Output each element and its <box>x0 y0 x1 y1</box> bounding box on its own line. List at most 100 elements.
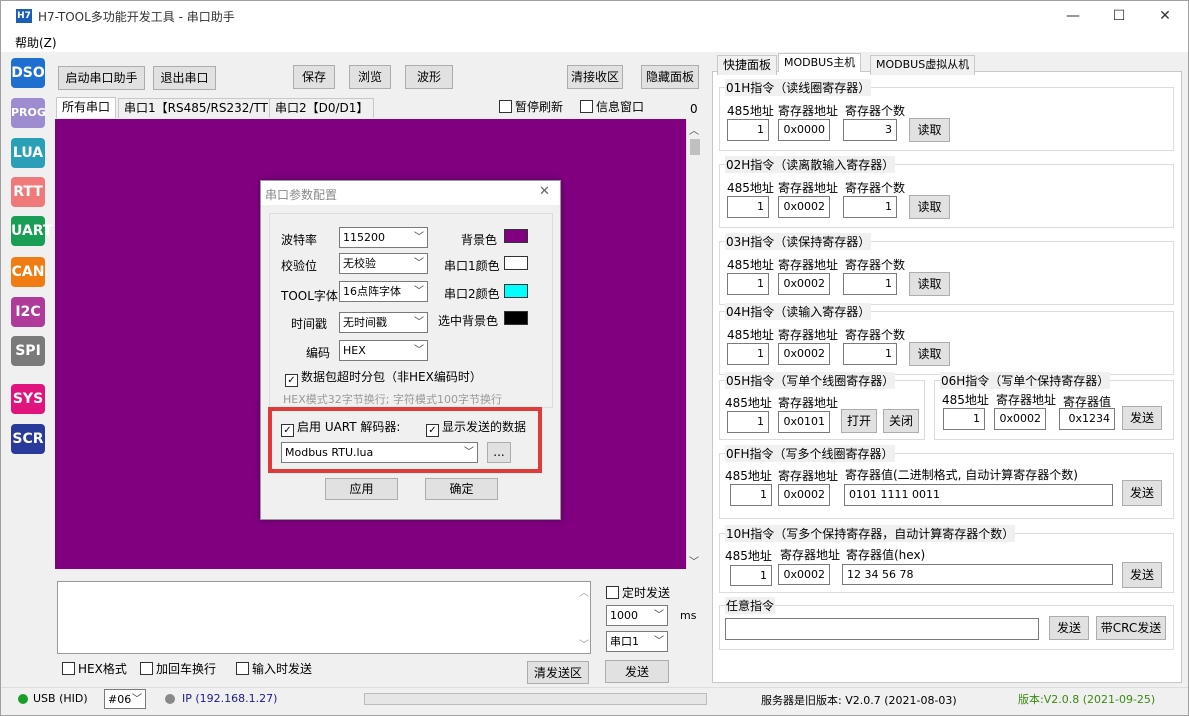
send-port-select[interactable]: 串口1 ﹀ <box>606 631 668 652</box>
start-serial-button[interactable]: 启动串口助手 <box>58 66 145 90</box>
modbus-01h-read-button[interactable]: 读取 <box>909 118 950 142</box>
modbus-0fh-group-title: 0FH指令（写多个线圈寄存器） <box>725 445 895 462</box>
modbus-10h-group-title: 10H指令（写多个保持寄存器，自动计算寄存器个数） <box>725 525 1016 542</box>
modbus-0fh-send-button[interactable]: 发送 <box>1122 480 1162 506</box>
modbus-05h-addr-input[interactable]: 1 <box>727 411 769 433</box>
modbus-03h-addr-input[interactable]: 1 <box>727 273 769 295</box>
packet-split-checkbox[interactable]: ✓ 数据包超时分包（非HEX编码时） <box>285 370 482 387</box>
modbus-10h-send-button[interactable]: 发送 <box>1122 562 1162 588</box>
show-sent-checkbox[interactable]: ✓ 显示发送的数据 <box>426 420 526 437</box>
send-button[interactable]: 发送 <box>605 660 669 683</box>
scroll-up-icon[interactable]: ︿ <box>689 122 699 137</box>
apply-button[interactable]: 应用 <box>325 478 398 500</box>
sidebar-spi-button[interactable]: SPI <box>11 336 45 366</box>
selected-bg-swatch[interactable] <box>504 311 528 325</box>
sidebar-dso-button[interactable]: DSO <box>11 58 45 88</box>
sidebar-i2c-button[interactable]: I2C <box>11 297 45 327</box>
font-select[interactable]: 16点阵字体 ﹀ <box>339 281 428 302</box>
browse-button[interactable]: 浏览 <box>349 65 391 89</box>
modbus-02h-read-button[interactable]: 读取 <box>909 195 950 219</box>
encoding-select[interactable]: HEX ﹀ <box>339 340 428 361</box>
dialog-close-icon[interactable]: ✕ <box>539 184 550 199</box>
modbus-06h-addr-input[interactable]: 1 <box>943 408 985 430</box>
modbus-03h-reg-count-input[interactable]: 1 <box>843 273 897 295</box>
modbus-05h-open-button[interactable]: 打开 <box>841 409 877 433</box>
modbus-10h-reg-addr-input[interactable]: 0x0002 <box>778 564 830 585</box>
modbus-10h-addr-input[interactable]: 1 <box>730 565 772 586</box>
tab-quick-panel[interactable]: 快捷面板 <box>717 55 778 75</box>
timestamp-select[interactable]: 无时间戳 ﹀ <box>339 312 428 333</box>
modbus-crc-send-button[interactable]: 带CRC发送 <box>1096 616 1166 640</box>
clear-send-button[interactable]: 清发送区 <box>527 661 589 684</box>
modbus-any-send-button[interactable]: 发送 <box>1049 616 1089 640</box>
modbus-02h-reg-addr-input[interactable]: 0x0002 <box>778 196 830 218</box>
scroll-down-icon[interactable]: ﹀ <box>689 553 699 568</box>
modbus-0fh-addr-input[interactable]: 1 <box>730 484 772 506</box>
tab-all-ports[interactable]: 所有串口 <box>56 97 117 118</box>
modbus-any-command-input[interactable] <box>725 618 1039 640</box>
modbus-05h-close-button[interactable]: 关闭 <box>883 409 919 433</box>
sidebar-lua-button[interactable]: LUA <box>11 138 45 168</box>
sidebar-prog-button[interactable]: PROG <box>11 98 46 128</box>
tab-port2[interactable]: 串口2【D0/D1】 <box>269 98 375 118</box>
bg-color-swatch[interactable] <box>504 229 528 243</box>
timed-send-checkbox[interactable]: 定时发送 <box>606 586 670 600</box>
tab-port1[interactable]: 串口1【RS485/RS232/TTL】 <box>118 98 293 118</box>
interval-select[interactable]: 1000 ﹀ <box>606 605 668 626</box>
modbus-06h-reg-addr-input[interactable]: 0x0002 <box>994 408 1046 430</box>
pause-refresh-checkbox[interactable]: 暂停刷新 <box>499 100 563 114</box>
modbus-06h-send-button[interactable]: 发送 <box>1122 406 1162 430</box>
close-button[interactable]: ✕ <box>1142 1 1188 32</box>
info-window-checkbox[interactable]: 信息窗口 <box>580 100 644 114</box>
sidebar-sys-button[interactable]: SYS <box>11 384 45 414</box>
tab-modbus-slave[interactable]: MODBUS虚拟从机 <box>870 55 976 75</box>
modbus-02h-reg-count-input[interactable]: 1 <box>843 196 897 218</box>
modbus-01h-reg-count-input[interactable]: 3 <box>843 119 897 141</box>
parity-select[interactable]: 无校验 ﹀ <box>339 253 428 274</box>
modbus-04h-reg-addr-input[interactable]: 0x0002 <box>778 343 830 365</box>
send-on-input-checkbox[interactable]: 输入时发送 <box>236 662 312 676</box>
exit-serial-button[interactable]: 退出串口 <box>153 66 216 90</box>
send-scroll-up-icon[interactable]: ︿ <box>579 584 589 599</box>
modbus-02h-addr-input[interactable]: 1 <box>727 196 769 218</box>
save-button[interactable]: 保存 <box>293 65 335 89</box>
add-crlf-checkbox[interactable]: 加回车换行 <box>140 662 216 676</box>
maximize-button[interactable]: ☐ <box>1096 1 1142 32</box>
minimize-button[interactable]: — <box>1050 1 1096 32</box>
modbus-05h-reg-addr-input[interactable]: 0x0101 <box>778 411 830 433</box>
modbus-04h-addr-input[interactable]: 1 <box>727 343 769 365</box>
device-select[interactable]: #06 ﹀ <box>104 689 146 709</box>
modbus-01h-reg-addr-input[interactable]: 0x0000 <box>778 119 830 141</box>
modbus-0fh-reg-addr-input[interactable]: 0x0002 <box>778 484 830 506</box>
ok-button[interactable]: 确定 <box>425 478 498 500</box>
uart-decoder-checkbox[interactable]: ✓ 启用 UART 解码器: <box>281 420 400 437</box>
clear-receive-button[interactable]: 清接收区 <box>567 65 623 89</box>
modbus-03h-reg-addr-input[interactable]: 0x0002 <box>778 273 830 295</box>
menu-help[interactable]: 帮助(Z) <box>15 34 57 51</box>
modbus-03h-group-title: 03H指令（读保持寄存器） <box>725 233 872 250</box>
sidebar-rtt-button[interactable]: RTT <box>11 177 45 207</box>
modbus-01h-addr-input[interactable]: 1 <box>727 119 769 141</box>
send-scroll-down-icon[interactable]: ﹀ <box>579 636 589 651</box>
modbus-04h-reg-count-input[interactable]: 1 <box>843 343 897 365</box>
waveform-button[interactable]: 波形 <box>405 65 453 89</box>
modbus-06h-value-input[interactable]: 0x1234 <box>1059 408 1115 430</box>
send-textarea[interactable]: ︿ ﹀ <box>57 581 591 654</box>
port1-color-swatch[interactable] <box>504 256 528 270</box>
receive-scrollbar[interactable]: ︿ ﹀ <box>686 119 702 569</box>
scroll-thumb[interactable] <box>690 139 700 155</box>
decoder-script-select[interactable]: Modbus RTU.lua ﹀ <box>281 442 478 463</box>
modbus-10h-value-input[interactable]: 12 34 56 78 <box>842 564 1113 585</box>
sidebar-scr-button[interactable]: SCR <box>11 424 45 454</box>
modbus-04h-read-button[interactable]: 读取 <box>909 342 950 366</box>
port2-color-swatch[interactable] <box>504 284 528 298</box>
sidebar-uart-button[interactable]: UART <box>11 216 52 246</box>
tab-modbus-master[interactable]: MODBUS主机 <box>778 53 862 72</box>
baud-select[interactable]: 115200 ﹀ <box>339 227 428 248</box>
modbus-03h-read-button[interactable]: 读取 <box>909 272 950 296</box>
hex-format-checkbox[interactable]: HEX格式 <box>62 662 127 676</box>
decoder-browse-button[interactable]: ... <box>487 442 511 463</box>
hide-panel-button[interactable]: 隐藏面板 <box>641 65 699 89</box>
sidebar-can-button[interactable]: CAN <box>11 257 45 287</box>
modbus-0fh-value-input[interactable]: 0101 1111 0011 <box>844 484 1113 506</box>
